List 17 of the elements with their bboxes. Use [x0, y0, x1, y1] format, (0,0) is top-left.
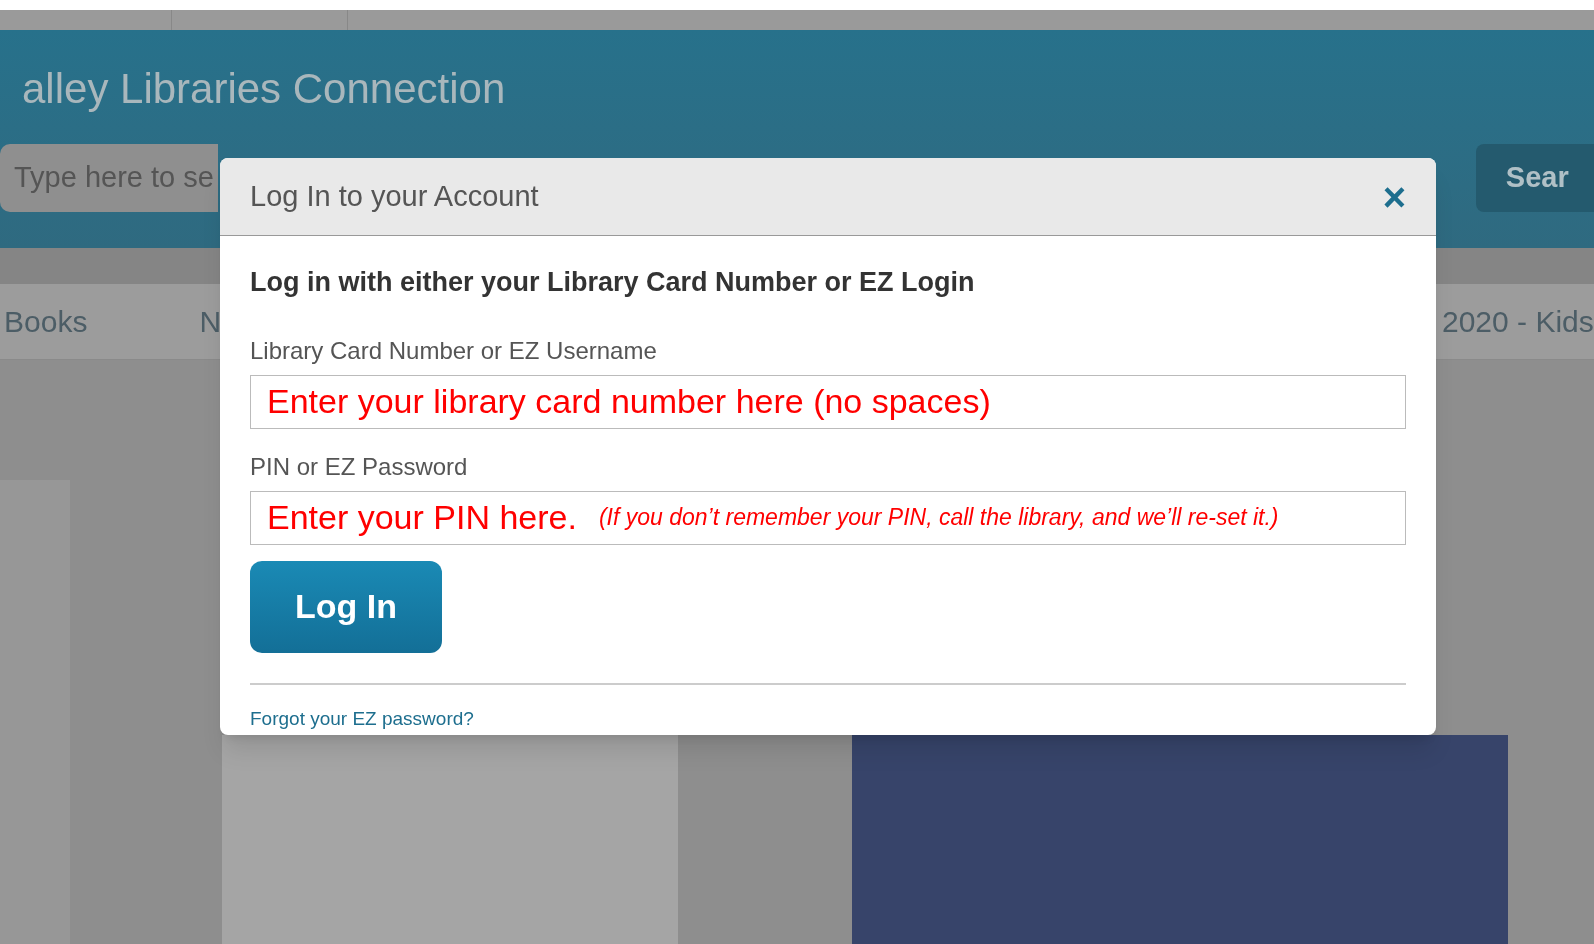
dialog-title: Log In to your Account: [250, 178, 539, 214]
field-label: Library Card Number or EZ Username: [250, 335, 657, 366]
book-cover[interactable]: [852, 735, 1508, 944]
login-button[interactable]: Log In: [250, 560, 442, 653]
forgot-password-link[interactable]: Forgot your EZ password?: [250, 704, 474, 733]
nav-link[interactable]: N: [199, 284, 222, 359]
dialog-heading: Log in with either your Library Card Number or EZ Login: [250, 266, 976, 299]
close-button[interactable]: ×: [1382, 176, 1406, 217]
nav-link[interactable]: Books: [4, 284, 88, 359]
site-title: alley Libraries Connection: [22, 68, 506, 110]
search-button[interactable]: Sear: [1475, 144, 1594, 212]
nav-link[interactable]: 2020 - Kids: [1442, 284, 1594, 359]
search-field[interactable]: Type here to se: [0, 144, 218, 212]
field-label: PIN or EZ Password: [250, 451, 468, 482]
username-field[interactable]: Enter your library card number here (no spaces): [250, 374, 1406, 429]
password-field[interactable]: Enter your PIN here. (If you don’t remember your PIN, call the library, and we’ll re-set it.): [250, 490, 1406, 545]
book-cover[interactable]: [222, 735, 678, 944]
